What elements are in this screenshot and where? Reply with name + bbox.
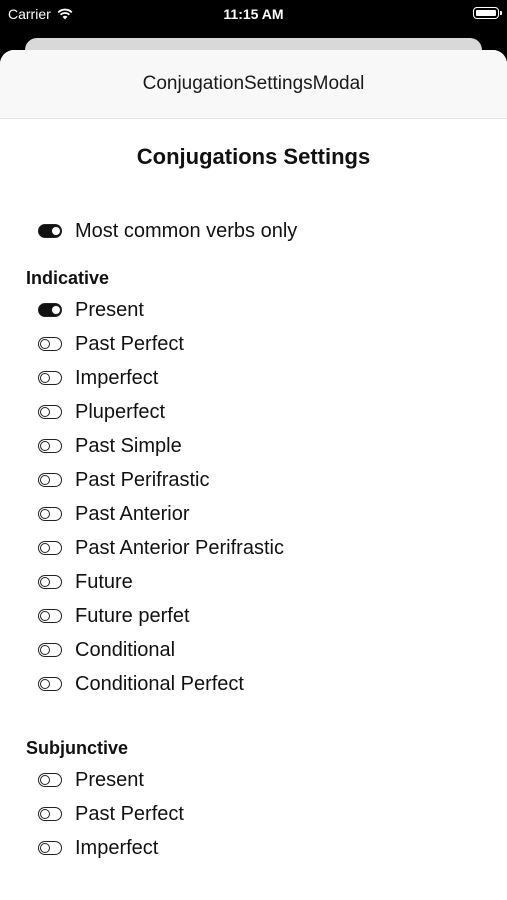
toggle-icon[interactable] (38, 507, 62, 521)
settings-modal: ConjugationSettingsModal Conjugations Se… (0, 50, 507, 900)
option-label: Past Simple (75, 434, 182, 457)
indicative-row[interactable]: Pluperfect (0, 395, 507, 429)
option-label: Past Perifrastic (75, 468, 210, 491)
section-title-subjunctive: Subjunctive (26, 738, 129, 758)
battery-icon (473, 7, 502, 19)
indicative-row[interactable]: Past Anterior Perifrastic (0, 531, 507, 565)
indicative-row[interactable]: Present (0, 293, 507, 327)
indicative-row[interactable]: Conditional (0, 633, 507, 667)
option-label: Past Perfect (75, 802, 184, 825)
subjunctive-row[interactable]: Present (0, 763, 507, 797)
option-label: Pluperfect (75, 400, 166, 423)
indicative-list: Present Past Perfect Imperfect Pluperfec… (0, 293, 507, 701)
toggle-icon[interactable] (38, 807, 62, 821)
toggle-icon[interactable] (38, 371, 62, 385)
modal-nav-bar: ConjugationSettingsModal (0, 50, 507, 119)
option-label: Past Perfect (75, 332, 184, 355)
option-label: Imperfect (75, 366, 159, 389)
option-label: Conditional Perfect (75, 672, 244, 695)
toggle-icon[interactable] (38, 609, 62, 623)
toggle-icon[interactable] (38, 473, 62, 487)
indicative-row[interactable]: Future perfet (0, 599, 507, 633)
toggle-icon[interactable] (38, 841, 62, 855)
option-label: Past Anterior (75, 502, 190, 525)
toggle-icon[interactable] (38, 677, 62, 691)
toggle-icon[interactable] (38, 303, 62, 317)
option-label: Conditional (75, 638, 176, 661)
toggle-icon[interactable] (38, 224, 62, 238)
indicative-row[interactable]: Past Perifrastic (0, 463, 507, 497)
common-verbs-row[interactable]: Most common verbs only (0, 214, 507, 248)
option-label: Past Anterior Perifrastic (75, 536, 284, 559)
indicative-row[interactable]: Past Anterior (0, 497, 507, 531)
toggle-icon[interactable] (38, 439, 62, 453)
option-label: Future perfet (75, 604, 190, 627)
toggle-icon[interactable] (38, 575, 62, 589)
settings-content[interactable]: Conjugations Settings Most common verbs … (0, 119, 507, 875)
page-title: Conjugations Settings (136, 144, 371, 169)
option-label: Most common verbs only (75, 219, 298, 242)
section-title-indicative: Indicative (26, 268, 110, 288)
toggle-icon[interactable] (38, 773, 62, 787)
indicative-row[interactable]: Past Simple (0, 429, 507, 463)
clock: 11:15 AM (223, 6, 284, 22)
status-bar: Carrier 11:15 AM (0, 0, 507, 30)
indicative-row[interactable]: Future (0, 565, 507, 599)
indicative-row[interactable]: Past Perfect (0, 327, 507, 361)
option-label: Present (75, 298, 144, 321)
toggle-icon[interactable] (38, 337, 62, 351)
option-label: Present (75, 768, 144, 791)
subjunctive-list: Present Past Perfect Imperfect (0, 763, 507, 865)
toggle-icon[interactable] (38, 405, 62, 419)
option-label: Imperfect (75, 836, 159, 859)
option-label: Future (75, 570, 133, 593)
indicative-row[interactable]: Conditional Perfect (0, 667, 507, 701)
toggle-icon[interactable] (38, 541, 62, 555)
subjunctive-row[interactable]: Imperfect (0, 831, 507, 865)
modal-nav-title: ConjugationSettingsModal (142, 73, 365, 94)
indicative-row[interactable]: Imperfect (0, 361, 507, 395)
toggle-icon[interactable] (38, 643, 62, 657)
subjunctive-row[interactable]: Past Perfect (0, 797, 507, 831)
